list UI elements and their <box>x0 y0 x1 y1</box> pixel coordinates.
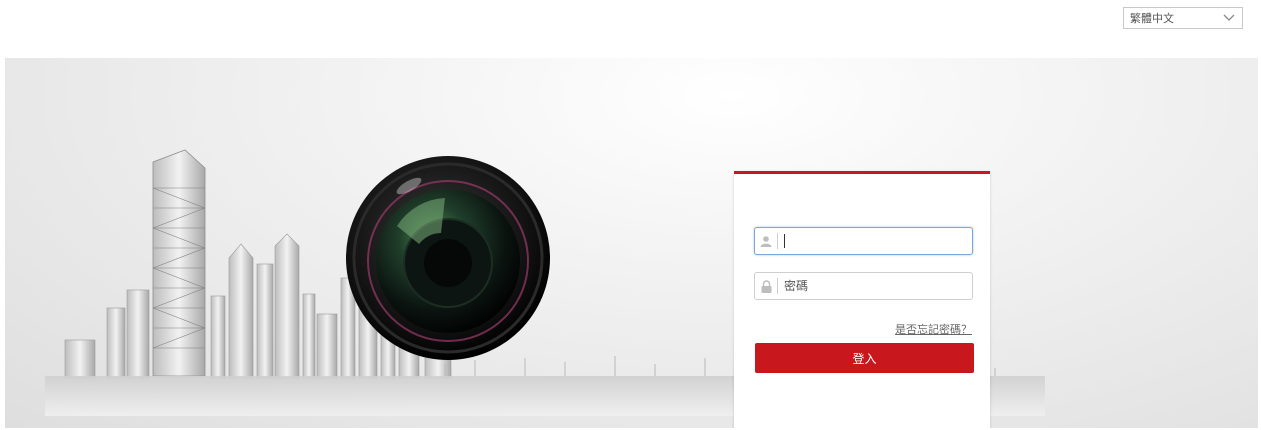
lock-icon <box>755 273 777 299</box>
login-panel: 是否忘記密碼？ 登入 <box>734 171 990 428</box>
forgot-password-link[interactable]: 是否忘記密碼？ <box>895 321 972 337</box>
username-field[interactable] <box>754 227 973 255</box>
field-divider <box>777 233 778 249</box>
password-input[interactable] <box>784 279 964 293</box>
username-input[interactable] <box>785 234 965 248</box>
user-icon <box>755 228 777 254</box>
login-button[interactable]: 登入 <box>755 343 974 373</box>
field-divider <box>777 278 778 294</box>
camera-lens-illustration <box>346 156 550 360</box>
chevron-down-icon <box>1223 14 1235 22</box>
city-camera-illustration <box>45 149 1045 416</box>
building-tower <box>152 149 206 377</box>
language-select-value: 繁體中文 <box>1130 12 1174 25</box>
hero-banner: 是否忘記密碼？ 登入 <box>5 58 1258 428</box>
password-field[interactable] <box>754 272 973 300</box>
language-select[interactable]: 繁體中文 <box>1123 7 1243 29</box>
